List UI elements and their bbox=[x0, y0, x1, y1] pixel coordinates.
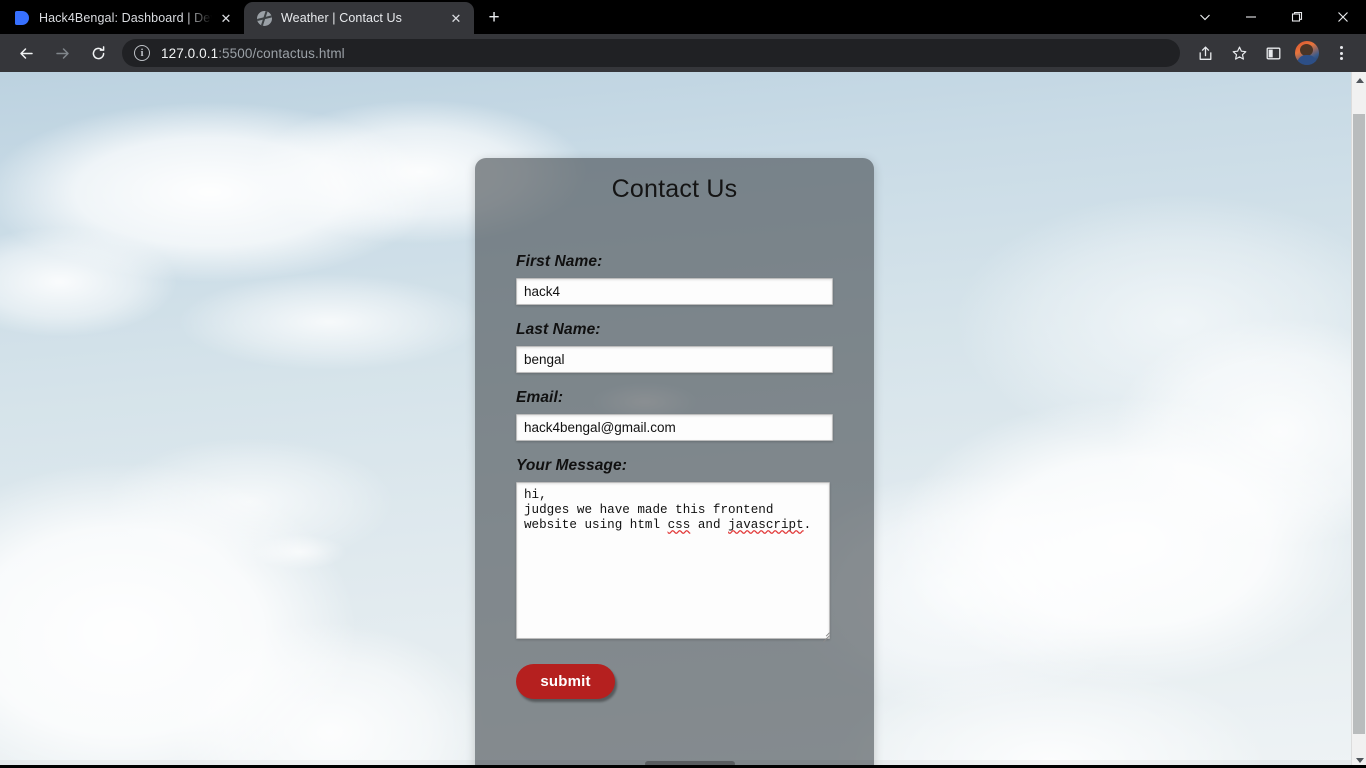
share-icon[interactable] bbox=[1191, 39, 1219, 67]
field-group-first-name: First Name: bbox=[516, 253, 833, 305]
tab-title: Weather | Contact Us bbox=[281, 11, 403, 25]
contact-form-panel: Contact Us First Name: Last Name: Email:… bbox=[475, 158, 874, 768]
reload-button[interactable] bbox=[83, 38, 113, 68]
field-group-email: Email: bbox=[516, 389, 833, 441]
page-viewport: Contact Us First Name: Last Name: Email:… bbox=[0, 72, 1366, 768]
email-label: Email: bbox=[516, 389, 564, 406]
forward-button[interactable] bbox=[47, 38, 77, 68]
last-name-input[interactable] bbox=[516, 346, 833, 373]
first-name-label: First Name: bbox=[516, 253, 603, 270]
window-controls bbox=[1182, 0, 1366, 34]
back-button[interactable] bbox=[11, 38, 41, 68]
url-text: 127.0.0.1:5500/contactus.html bbox=[161, 46, 345, 61]
minimize-icon[interactable] bbox=[1228, 0, 1274, 34]
tab-close-button[interactable]: ✕ bbox=[446, 8, 466, 28]
browser-toolbar: i 127.0.0.1:5500/contactus.html bbox=[0, 34, 1366, 72]
field-group-last-name: Last Name: bbox=[516, 321, 833, 373]
browser-tab-hack4bengal-dashboard[interactable]: Hack4Bengal: Dashboard | Devfo ✕ bbox=[2, 2, 244, 34]
globe-icon bbox=[256, 10, 272, 26]
devfolio-icon bbox=[14, 10, 30, 26]
address-bar[interactable]: i 127.0.0.1:5500/contactus.html bbox=[122, 39, 1180, 67]
scroll-up-arrow-icon[interactable] bbox=[1352, 72, 1366, 88]
side-panel-icon[interactable] bbox=[1259, 39, 1287, 67]
message-label: Your Message: bbox=[516, 457, 627, 474]
message-shell: hi, judges we have made this frontend we… bbox=[516, 482, 832, 639]
tab-title: Hack4Bengal: Dashboard | Devfo bbox=[39, 11, 212, 25]
page-title: Contact Us bbox=[611, 175, 738, 203]
browser-window: Hack4Bengal: Dashboard | Devfo ✕ Weather… bbox=[0, 0, 1366, 768]
first-name-input[interactable] bbox=[516, 278, 833, 305]
url-host: 127.0.0.1 bbox=[161, 45, 219, 61]
maximize-icon[interactable] bbox=[1274, 0, 1320, 34]
site-info-icon[interactable]: i bbox=[134, 45, 150, 61]
vertical-scrollbar[interactable] bbox=[1351, 72, 1366, 768]
bookmark-star-icon[interactable] bbox=[1225, 39, 1253, 67]
message-textarea[interactable] bbox=[516, 482, 830, 639]
url-path: :5500/contactus.html bbox=[218, 45, 345, 61]
submit-button[interactable]: submit bbox=[516, 664, 615, 699]
chevron-down-icon[interactable] bbox=[1182, 0, 1228, 34]
email-input[interactable] bbox=[516, 414, 833, 441]
close-icon[interactable] bbox=[1320, 0, 1366, 34]
vertical-scrollbar-thumb[interactable] bbox=[1353, 114, 1365, 734]
field-group-message: Your Message: hi, judges we have made th… bbox=[516, 457, 833, 639]
chrome-menu-icon[interactable] bbox=[1327, 39, 1355, 67]
browser-tab-weather-contact-us[interactable]: Weather | Contact Us ✕ bbox=[244, 2, 474, 34]
tab-strip: Hack4Bengal: Dashboard | Devfo ✕ Weather… bbox=[0, 0, 1366, 34]
tab-close-button[interactable]: ✕ bbox=[216, 8, 236, 28]
new-tab-button[interactable]: + bbox=[480, 4, 508, 32]
last-name-label: Last Name: bbox=[516, 321, 601, 338]
avatar[interactable] bbox=[1295, 41, 1319, 65]
